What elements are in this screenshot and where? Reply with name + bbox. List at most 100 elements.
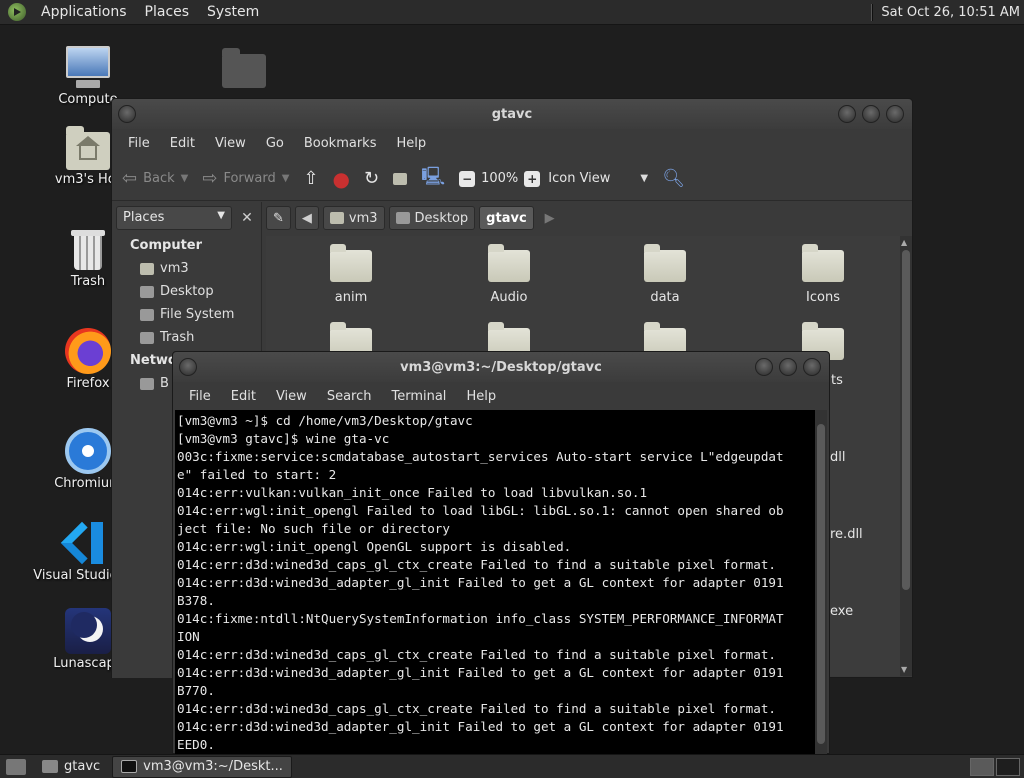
terminal-line: [vm3@vm3 gtavc]$ wine gta-vc: [177, 431, 390, 446]
applications-menu[interactable]: Applications: [32, 4, 136, 20]
menu-view[interactable]: View: [205, 136, 256, 151]
menu-file[interactable]: File: [118, 136, 160, 151]
folder-icon: [644, 244, 686, 282]
file-manager-menubar: File Edit View Go Bookmarks Help: [112, 129, 912, 157]
menu-help[interactable]: Help: [386, 136, 436, 151]
minimize-button[interactable]: [755, 358, 773, 376]
terminal-line: 014c:err:d3d:wined3d_adapter_gl_init Fai…: [177, 665, 784, 680]
zoom-in-button[interactable]: +: [524, 170, 541, 187]
sidebar-item-filesystem[interactable]: File System: [140, 307, 234, 322]
home-icon: [393, 172, 408, 185]
terminal-titlebar[interactable]: vm3@vm3:~/Desktop/gtavc: [173, 352, 829, 382]
terminal-line: ION: [177, 629, 200, 644]
file-manager-titlebar[interactable]: gtavc: [112, 99, 912, 129]
menu-edit[interactable]: Edit: [221, 389, 266, 404]
close-sidepane-icon[interactable]: ✕: [236, 206, 258, 230]
terminal-menubar: File Edit View Search Terminal Help: [173, 382, 829, 410]
chevron-down-icon: ▼: [640, 173, 649, 184]
terminal-line: [vm3@vm3 ~]$ cd /home/vm3/Desktop/gtavc: [177, 413, 473, 428]
path-vm3[interactable]: vm3: [322, 206, 385, 230]
zoom-out-button[interactable]: −: [459, 170, 476, 187]
up-arrow-icon: ⇧: [303, 168, 319, 189]
menu-terminal[interactable]: Terminal: [381, 389, 456, 404]
file-manager-scrollbar[interactable]: ▲ ▼: [900, 236, 912, 676]
folder-item[interactable]: Icons: [778, 244, 868, 305]
home-icon: [329, 212, 344, 224]
desktop-icon-folder[interactable]: [194, 48, 294, 88]
sidebar-item-browse-network[interactable]: B: [140, 376, 169, 391]
chevron-down-icon[interactable]: ▼: [181, 173, 189, 184]
scrollbar-thumb[interactable]: [902, 250, 910, 590]
computer-button[interactable]: 🖳: [421, 164, 445, 194]
menu-edit[interactable]: Edit: [160, 136, 205, 151]
taskbar-item-terminal[interactable]: vm3@vm3:~/Deskt...: [112, 755, 292, 778]
sidebar-item-desktop[interactable]: Desktop: [140, 284, 214, 299]
folder-icon: [802, 244, 844, 282]
drive-icon: [140, 308, 154, 321]
terminal-line: 014c:fixme:ntdll:NtQuerySystemInformatio…: [177, 611, 784, 626]
bottom-panel: gtavc vm3@vm3:~/Deskt...: [0, 754, 1024, 778]
terminal-line: B378.: [177, 593, 215, 608]
menu-search[interactable]: Search: [317, 389, 382, 404]
scroll-down-icon[interactable]: ▼: [901, 665, 907, 674]
clock[interactable]: Sat Oct 26, 10:51 AM: [881, 5, 1024, 20]
folder-item[interactable]: data: [620, 244, 710, 305]
path-gtavc[interactable]: gtavc: [479, 206, 534, 230]
scroll-up-icon[interactable]: ▲: [901, 238, 907, 247]
window-menu-button[interactable]: [118, 105, 136, 123]
search-button[interactable]: 🔍︎: [662, 168, 685, 189]
forward-arrow-icon: ⇨: [202, 168, 218, 189]
applications-logo-icon[interactable]: [8, 3, 26, 21]
home-icon: [140, 262, 154, 275]
path-scroll-right[interactable]: ▶: [538, 206, 562, 230]
terminal-line: 014c:err:d3d:wined3d_adapter_gl_init Fai…: [177, 575, 784, 590]
up-button[interactable]: ⇧: [303, 168, 318, 189]
close-button[interactable]: [886, 105, 904, 123]
forward-button[interactable]: ⇨ Forward ▼: [202, 168, 289, 189]
folder-label: data: [650, 290, 680, 305]
partial-item-label: re.dll: [830, 527, 863, 542]
window-menu-button[interactable]: [179, 358, 197, 376]
menu-bookmarks[interactable]: Bookmarks: [294, 136, 387, 151]
terminal-line: EED0.: [177, 737, 215, 752]
chevron-down-icon[interactable]: ▼: [282, 173, 290, 184]
terminal-output[interactable]: [vm3@vm3 ~]$ cd /home/vm3/Desktop/gtavc …: [175, 410, 815, 754]
sidebar-item-trash[interactable]: Trash: [140, 330, 194, 345]
path-scroll-left[interactable]: ◀: [294, 206, 319, 230]
scrollbar-thumb[interactable]: [817, 424, 825, 744]
folder-item[interactable]: Audio: [464, 244, 554, 305]
folder-item[interactable]: anim: [306, 244, 396, 305]
reload-button[interactable]: ↻: [364, 168, 379, 189]
back-button[interactable]: ⇦ Back ▼: [122, 168, 188, 189]
path-desktop[interactable]: Desktop: [388, 206, 476, 230]
show-desktop-icon[interactable]: [6, 758, 26, 775]
taskbar-item-file-manager[interactable]: gtavc: [34, 756, 108, 778]
edit-location-button[interactable]: ✎: [266, 206, 291, 230]
minimize-button[interactable]: [838, 105, 856, 123]
task-label: gtavc: [64, 759, 101, 774]
stop-button[interactable]: ●: [333, 167, 350, 191]
folder-icon: [488, 244, 530, 282]
places-menu[interactable]: Places: [136, 4, 199, 20]
menu-view[interactable]: View: [266, 389, 317, 404]
terminal-line: 014c:err:wgl:init_opengl OpenGL support …: [177, 539, 572, 554]
places-dropdown[interactable]: Places ▼: [116, 206, 232, 230]
system-menu[interactable]: System: [198, 4, 268, 20]
terminal-scrollbar[interactable]: [815, 410, 827, 754]
window-title: vm3@vm3:~/Desktop/gtavc: [400, 359, 602, 375]
sidebar-item-vm3[interactable]: vm3: [140, 261, 189, 276]
terminal-line: e" failed to start: 2: [177, 467, 337, 482]
maximize-button[interactable]: [862, 105, 880, 123]
menu-go[interactable]: Go: [256, 136, 294, 151]
home-button[interactable]: [393, 172, 408, 185]
workspace-2[interactable]: [996, 757, 1020, 776]
view-mode-select[interactable]: Icon View ▼: [548, 171, 648, 186]
computer-icon: [64, 46, 112, 90]
menu-help[interactable]: Help: [456, 389, 506, 404]
maximize-button[interactable]: [779, 358, 797, 376]
workspace-1[interactable]: [970, 757, 994, 776]
back-label: Back: [143, 171, 175, 186]
sidebar-heading-network: Netwo: [130, 353, 177, 368]
menu-file[interactable]: File: [179, 389, 221, 404]
close-button[interactable]: [803, 358, 821, 376]
